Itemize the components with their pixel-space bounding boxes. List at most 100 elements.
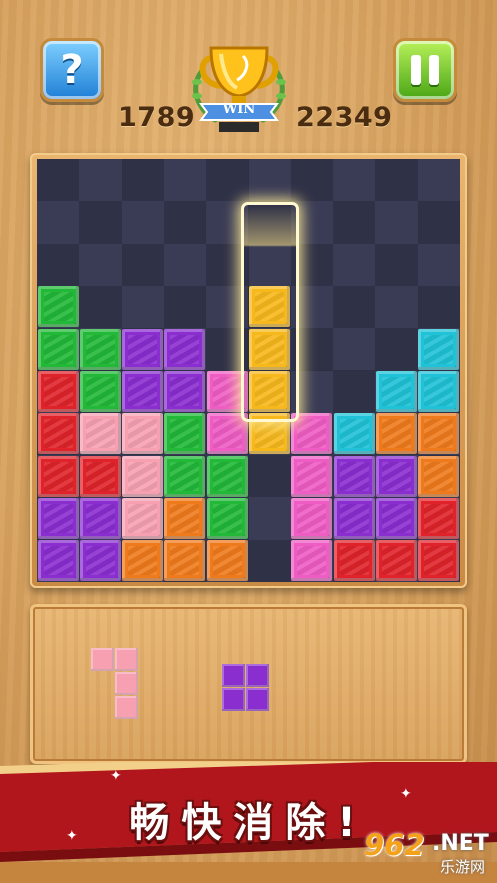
trophy-icon: WIN — [183, 42, 295, 138]
block — [206, 455, 248, 497]
board-cell — [375, 201, 418, 244]
board-cell — [163, 201, 207, 244]
block — [333, 413, 375, 455]
block — [375, 540, 417, 582]
board-cell — [290, 370, 334, 413]
board-cell — [121, 243, 164, 286]
board-cell — [417, 285, 460, 329]
board-cell — [163, 285, 207, 329]
board-cell — [290, 328, 334, 371]
falling-block[interactable] — [249, 413, 290, 455]
block — [418, 413, 460, 455]
block — [79, 540, 121, 582]
watermark-logo: 962 .NET 乐游网 — [364, 828, 494, 878]
block — [206, 371, 248, 412]
block — [122, 455, 164, 497]
question-icon: ? — [60, 47, 84, 93]
block — [164, 328, 206, 370]
board-cell — [248, 455, 291, 498]
block — [79, 328, 121, 370]
sparkle-icon: ✦ — [400, 786, 412, 802]
piece-tray — [30, 604, 467, 764]
help-button[interactable]: ? — [40, 38, 104, 102]
block — [37, 328, 79, 370]
block — [122, 497, 164, 539]
block — [291, 540, 333, 582]
board-cell — [333, 370, 376, 413]
sparkle-icon: ✦ — [66, 828, 78, 844]
board-cell — [290, 285, 334, 329]
block — [418, 328, 460, 370]
block — [37, 413, 79, 455]
block — [418, 371, 460, 412]
block — [122, 540, 164, 582]
block — [206, 413, 248, 455]
tray-piece-cell — [91, 648, 114, 671]
board-cell — [417, 243, 460, 286]
block — [206, 540, 248, 582]
sparkle-icon: ✦ — [110, 768, 122, 784]
block — [206, 497, 248, 539]
block — [164, 540, 206, 582]
board-cell — [333, 159, 376, 202]
board-cell — [163, 243, 207, 286]
board-cell — [375, 328, 418, 371]
board-cell — [37, 243, 80, 286]
board-cell — [121, 201, 164, 244]
board-cell — [375, 243, 418, 286]
pause-icon — [411, 55, 439, 85]
block — [164, 413, 206, 455]
board-cell — [375, 285, 418, 329]
block — [122, 328, 164, 370]
pause-button[interactable] — [393, 38, 457, 102]
board-cell — [79, 243, 122, 286]
block — [418, 497, 460, 539]
block — [37, 455, 79, 497]
board-cell — [79, 201, 122, 244]
board-cell — [206, 159, 249, 202]
block — [37, 371, 79, 412]
board-cell — [163, 159, 207, 202]
board-cell — [79, 159, 122, 202]
board-cell — [206, 243, 249, 286]
block — [333, 540, 375, 582]
block — [375, 371, 417, 412]
tray-piece-cell — [246, 688, 269, 711]
tray-piece-cell — [115, 696, 138, 719]
board-cell — [290, 201, 334, 244]
board-cell — [121, 159, 164, 202]
current-score: 1789 — [118, 102, 196, 133]
block — [375, 497, 417, 539]
block — [164, 497, 206, 539]
block — [122, 413, 164, 455]
block — [333, 455, 375, 497]
board-cell — [333, 285, 376, 329]
block — [333, 497, 375, 539]
block — [79, 497, 121, 539]
watermark-number: 962 — [364, 828, 425, 862]
board-cell — [248, 159, 291, 202]
falling-piece-highlight — [244, 205, 296, 419]
block — [37, 540, 79, 582]
block — [375, 455, 417, 497]
block — [291, 455, 333, 497]
watermark-domain: .NET — [432, 831, 489, 856]
board-cell — [417, 201, 460, 244]
block — [418, 455, 460, 497]
block — [164, 455, 206, 497]
board-cell — [206, 201, 249, 244]
block — [418, 540, 460, 582]
tray-piece-cell — [115, 672, 138, 695]
block — [291, 497, 333, 539]
board-cell — [248, 539, 291, 582]
board-cell — [37, 201, 80, 244]
block — [37, 497, 79, 539]
board-cell — [37, 159, 80, 202]
board-cell — [375, 159, 418, 202]
board-cell — [206, 328, 249, 371]
board-cell — [290, 243, 334, 286]
tray-piece-cell — [222, 688, 245, 711]
block — [164, 371, 206, 412]
board-cell — [333, 328, 376, 371]
board-cell — [333, 201, 376, 244]
